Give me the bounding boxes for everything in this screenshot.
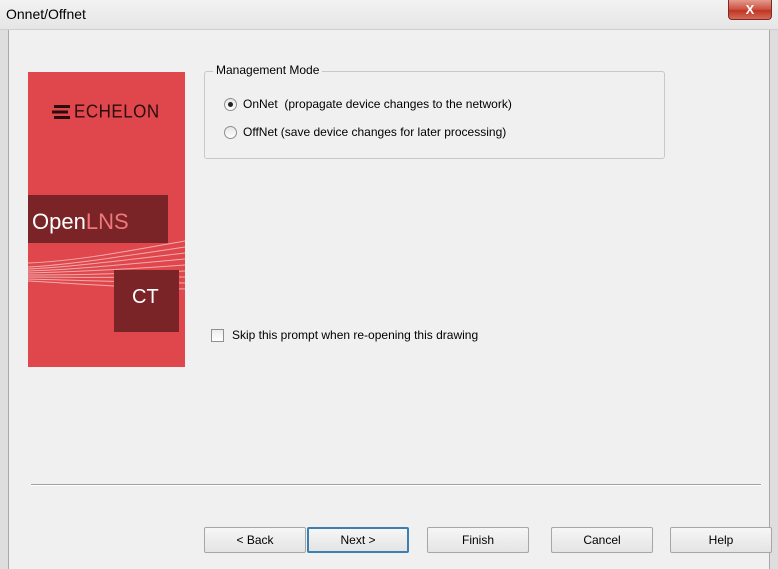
offnet-option[interactable]: OffNet (save device changes for later pr… [224, 125, 506, 139]
finish-button[interactable]: Finish [427, 527, 529, 553]
skip-prompt-checkbox[interactable] [211, 328, 224, 342]
back-button[interactable]: < Back [204, 527, 306, 553]
echelon-wordmark: ECHELON [74, 101, 160, 122]
management-mode-legend: Management Mode [213, 63, 323, 77]
openlns-suffix: LNS [85, 209, 129, 234]
offnet-radio[interactable] [224, 125, 237, 139]
title-bar: Onnet/Offnet X [0, 0, 778, 30]
window-title: Onnet/Offnet [6, 6, 86, 22]
window-frame-right [769, 30, 778, 569]
window-frame-left [0, 30, 9, 569]
openlns-prefix: Open [32, 209, 86, 234]
next-button[interactable]: Next > [307, 527, 409, 553]
skip-prompt-label: Skip this prompt when re-opening this dr… [232, 328, 479, 342]
cancel-button[interactable]: Cancel [551, 527, 653, 553]
ct-label: CT [132, 286, 159, 308]
onnet-label: OnNet (propagate device changes to the n… [243, 97, 512, 111]
openlns-ct-logo: ECHELON OpenLNS CT [28, 72, 185, 367]
button-separator [31, 484, 761, 486]
skip-prompt-option[interactable]: Skip this prompt when re-opening this dr… [211, 328, 478, 342]
onnet-option[interactable]: OnNet (propagate device changes to the n… [224, 97, 512, 111]
close-button[interactable]: X [728, 0, 772, 20]
offnet-label: OffNet (save device changes for later pr… [243, 125, 507, 139]
openlns-wordmark: OpenLNS [32, 209, 129, 235]
help-button[interactable]: Help [670, 527, 772, 553]
echelon-logo: ECHELON [52, 101, 160, 122]
management-mode-group [204, 71, 665, 159]
close-icon: X [745, 2, 755, 17]
onnet-radio[interactable] [224, 97, 237, 111]
echelon-mark-icon [52, 105, 70, 119]
